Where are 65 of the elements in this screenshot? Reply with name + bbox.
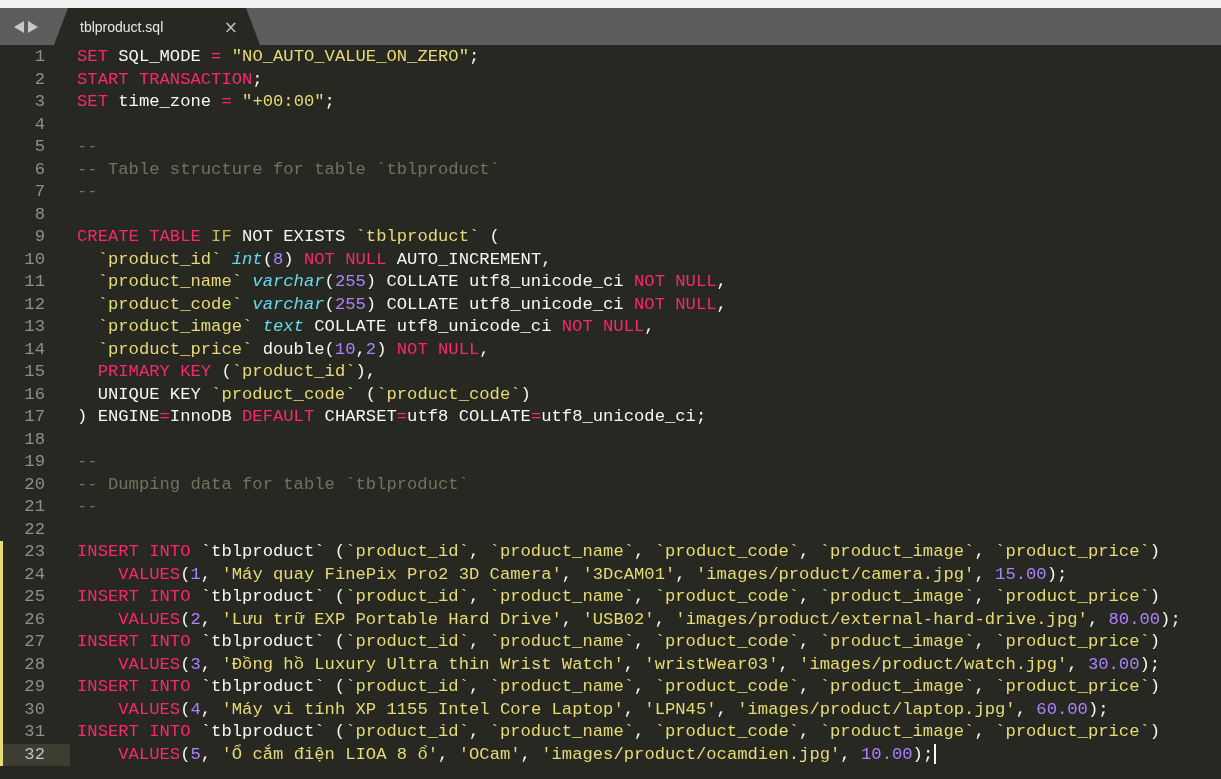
line-number: 11 bbox=[23, 271, 46, 293]
line-number: 15 bbox=[23, 361, 46, 383]
code-line: `product_image` text COLLATE utf8_unicode_ci NOT NULL, bbox=[96, 316, 655, 338]
line-number: 12 bbox=[23, 293, 46, 316]
line-number: 17 bbox=[23, 406, 46, 428]
line-number: 9 bbox=[33, 226, 46, 248]
line-number: 21 bbox=[23, 496, 46, 518]
code-line: -- bbox=[77, 181, 98, 203]
line-number: 30 bbox=[0, 698, 70, 721]
line-number: 4 bbox=[33, 113, 46, 136]
code-line: INSERT INTO `tblproduct` (`product_id`, `product_name`, `product_code`, `product_image`, `product_price`) bbox=[77, 676, 1161, 698]
code-line: VALUES(2, 'Lưu trữ EXP Portable Hard Drive', 'USB02', 'images/product/external-hard-drive.jpg', 80.00); bbox=[117, 608, 1181, 631]
line-number: 14 bbox=[23, 338, 46, 361]
line-number: 27 bbox=[0, 631, 70, 654]
tab-title[interactable]: tblproduct.sql bbox=[80, 18, 164, 35]
code-line: VALUES(1, 'Máy quay FinePix Pro2 3D Camera', '3DcAM01', 'images/product/camera.jpg', 15.00); bbox=[117, 563, 1068, 586]
line-number: 25 bbox=[0, 586, 70, 609]
right-arrow-icon[interactable] bbox=[28, 20, 38, 33]
line-number: 26 bbox=[0, 608, 70, 631]
line-number: 20 bbox=[23, 473, 46, 496]
code-line: INSERT INTO `tblproduct` (`product_id`, `product_name`, `product_code`, `product_image`, `product_price`) bbox=[77, 631, 1161, 653]
line-number: 3 bbox=[33, 91, 46, 113]
code-line: SET SQL_MODE = "NO_AUTO_VALUE_ON_ZERO"; bbox=[77, 46, 480, 68]
code-line: -- bbox=[77, 496, 98, 518]
code-line: VALUES(3, 'Đồng hồ Luxury Ultra thin Wrist Watch', 'wristWear03', 'images/product/watch.jpg', 30.00); bbox=[117, 653, 1161, 676]
left-arrow-icon[interactable] bbox=[14, 20, 24, 33]
line-number: 10 bbox=[23, 248, 46, 271]
code-line: SET time_zone = "+00:00"; bbox=[77, 91, 335, 113]
code-line: CREATE TABLE IF NOT EXISTS `tblproduct` ( bbox=[77, 226, 500, 248]
line-number: 1 bbox=[33, 46, 46, 68]
code-line: -- bbox=[77, 136, 98, 158]
code-line: INSERT INTO `tblproduct` (`product_id`, `product_name`, `product_code`, `product_image`, `product_price`) bbox=[77, 721, 1161, 743]
file-tab[interactable]: tblproduct.sql × bbox=[54, 8, 260, 45]
line-number: 23 bbox=[0, 541, 70, 564]
code-line: PRIMARY KEY (`product_id`), bbox=[96, 361, 377, 383]
code-line: INSERT INTO `tblproduct` (`product_id`, `product_name`, `product_code`, `product_image`, `product_price`) bbox=[77, 586, 1161, 608]
line-number: 24 bbox=[0, 563, 70, 586]
line-number: 7 bbox=[33, 181, 46, 203]
code-line: INSERT INTO `tblproduct` (`product_id`, `product_name`, `product_code`, `product_image`, `product_price`) bbox=[77, 541, 1161, 563]
line-number: 5 bbox=[33, 136, 46, 158]
code-line: `product_name` varchar(255) COLLATE utf8_unicode_ci NOT NULL, bbox=[96, 271, 727, 293]
code-line: START TRANSACTION; bbox=[77, 68, 263, 91]
line-number: 32 bbox=[0, 743, 70, 766]
line-number: 29 bbox=[0, 676, 70, 699]
code-line: VALUES(4, 'Máy vi tính XP 1155 Intel Core Laptop', 'LPN45', 'images/product/laptop.jpg', 60.00); bbox=[117, 698, 1109, 721]
code-line: `product_price` double(10,2) NOT NULL, bbox=[96, 338, 490, 361]
line-number: 13 bbox=[23, 316, 46, 338]
code-line: `product_code` varchar(255) COLLATE utf8_unicode_ci NOT NULL, bbox=[96, 293, 727, 316]
line-number: 6 bbox=[33, 158, 46, 181]
line-number: 18 bbox=[23, 428, 46, 451]
code-line: ) ENGINE=InnoDB DEFAULT CHARSET=utf8 COLLATE=utf8_unicode_ci; bbox=[77, 406, 707, 428]
code-line: -- Dumping data for table `tblproduct` bbox=[77, 473, 469, 496]
code-line: -- bbox=[77, 451, 98, 473]
line-number: 28 bbox=[0, 653, 70, 676]
text-cursor bbox=[934, 743, 937, 764]
line-number: 22 bbox=[23, 518, 46, 541]
code-line: `product_id` int(8) NOT NULL AUTO_INCREMENT, bbox=[96, 248, 552, 271]
close-button[interactable]: × bbox=[221, 16, 240, 37]
code-line: -- Table structure for table `tblproduct` bbox=[77, 158, 500, 181]
code-line: VALUES(5, 'Ổ cắm điện LIOA 8 ổ', 'OCam', 'images/product/ocamdien.jpg', 10.00); bbox=[117, 743, 934, 766]
line-number: 16 bbox=[23, 383, 46, 406]
line-number: 8 bbox=[33, 203, 46, 226]
line-number: 19 bbox=[23, 451, 46, 473]
code-line: UNIQUE KEY `product_code` (`product_code`) bbox=[96, 383, 531, 406]
line-number: 2 bbox=[33, 68, 46, 91]
